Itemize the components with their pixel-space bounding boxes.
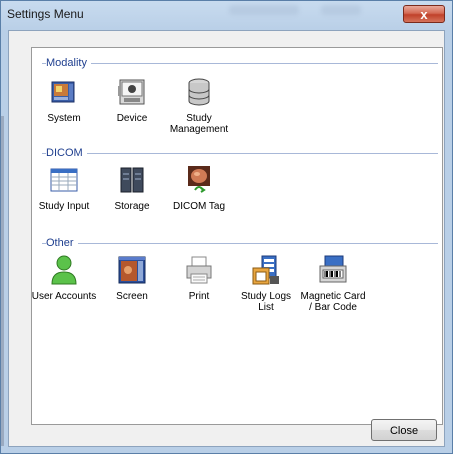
- table-icon: [48, 164, 80, 196]
- system-icon: [48, 76, 80, 108]
- item-system[interactable]: System: [28, 76, 100, 124]
- close-button[interactable]: Close: [371, 419, 437, 441]
- group-title-dicom: DICOM: [46, 147, 87, 159]
- item-label: Study Input: [38, 201, 90, 212]
- item-print[interactable]: Print: [163, 254, 235, 302]
- user-icon: [48, 254, 80, 286]
- dialog-body: Modality System Device Study Management …: [8, 30, 445, 447]
- database-icon: [183, 76, 215, 108]
- settings-window: Settings Menu x Modality System Device S…: [0, 0, 453, 454]
- item-device[interactable]: Device: [96, 76, 168, 124]
- group-divider: [42, 243, 438, 244]
- background-blur: [321, 5, 361, 15]
- group-title-other: Other: [46, 237, 78, 249]
- item-storage[interactable]: Storage: [96, 164, 168, 212]
- item-label: Device: [116, 113, 148, 124]
- settings-panel: Modality System Device Study Management …: [31, 47, 443, 425]
- item-label: DICOM Tag: [172, 201, 226, 212]
- window-title: Settings Menu: [7, 7, 84, 21]
- screen-icon: [116, 254, 148, 286]
- device-icon: [116, 76, 148, 108]
- item-study-logs-list[interactable]: Study Logs List: [230, 254, 302, 313]
- item-study-input[interactable]: Study Input: [28, 164, 100, 212]
- item-screen[interactable]: Screen: [96, 254, 168, 302]
- item-study-management[interactable]: Study Management: [163, 76, 235, 135]
- group-divider: [42, 153, 438, 154]
- logs-icon: [250, 254, 282, 286]
- printer-icon: [183, 254, 215, 286]
- server-icon: [116, 164, 148, 196]
- item-label: User Accounts: [31, 291, 97, 302]
- item-label: Print: [188, 291, 210, 302]
- item-dicom-tag[interactable]: DICOM Tag: [163, 164, 235, 212]
- window-close-button[interactable]: x: [403, 5, 445, 23]
- item-label: Storage: [114, 201, 150, 212]
- group-title-modality: Modality: [46, 57, 91, 69]
- item-label: System: [47, 113, 81, 124]
- background-blur: [229, 5, 299, 15]
- image-tag-icon: [183, 164, 215, 196]
- title-bar[interactable]: Settings Menu x: [1, 1, 452, 29]
- item-label: Screen: [116, 291, 148, 302]
- item-label: Study Management: [169, 113, 229, 135]
- group-divider: [42, 63, 438, 64]
- item-magnetic-card-bar-code[interactable]: Magnetic Card / Bar Code: [297, 254, 369, 313]
- item-label: Magnetic Card / Bar Code: [300, 291, 366, 313]
- item-user-accounts[interactable]: User Accounts: [28, 254, 100, 302]
- window-edge: [1, 116, 4, 446]
- card-reader-icon: [317, 254, 349, 286]
- item-label: Study Logs List: [240, 291, 292, 313]
